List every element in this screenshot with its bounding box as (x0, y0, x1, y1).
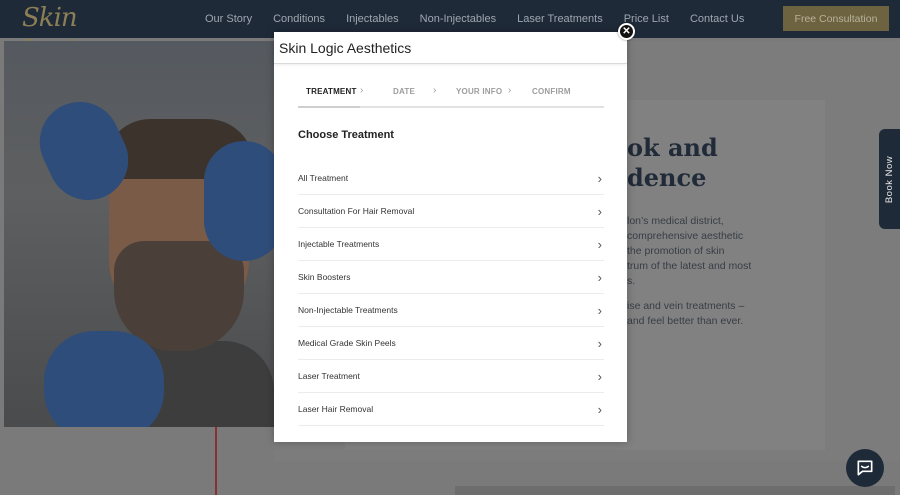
site-logo[interactable]: Skin Logic (22, 2, 112, 65)
free-consultation-button[interactable]: Free Consultation (783, 6, 889, 31)
treatment-injectable[interactable]: Injectable Treatments › (298, 228, 604, 261)
photo-glove (204, 141, 274, 261)
chevron-right-icon: › (597, 335, 602, 351)
footer-band (455, 486, 895, 495)
treatment-laser-hair-removal[interactable]: Laser Hair Removal › (298, 393, 604, 426)
list-item-label: Skin Boosters (298, 272, 351, 282)
hero-paragraph: lon’s medical district, comprehensive ae… (627, 215, 752, 287)
photo-glove (44, 331, 164, 427)
nav-laser-treatments[interactable]: Laser Treatments (517, 13, 603, 25)
modal-title: Skin Logic Aesthetics (279, 39, 412, 56)
step-your-info[interactable]: YOUR INFO (456, 87, 502, 96)
step-date[interactable]: DATE (393, 87, 415, 96)
chevron-right-icon: › (597, 203, 602, 219)
step-treatment[interactable]: TREATMENT (306, 87, 357, 96)
list-item-label: All Treatment (298, 173, 349, 183)
nav-conditions[interactable]: Conditions (273, 13, 325, 25)
list-item-label: Non-Injectable Treatments (298, 305, 398, 315)
decorative-line (215, 427, 217, 495)
hero-photo (4, 41, 274, 427)
list-item-label: Laser Treatment (298, 371, 360, 381)
nav-contact-us[interactable]: Contact Us (690, 13, 744, 25)
nav-non-injectables[interactable]: Non-Injectables (420, 13, 496, 25)
chevron-right-icon: › (597, 401, 602, 417)
step-confirm[interactable]: CONFIRM (532, 87, 571, 96)
booking-steps: TREATMENT › DATE › YOUR INFO › CONFIRM (298, 78, 604, 108)
treatment-non-injectable[interactable]: Non-Injectable Treatments › (298, 294, 604, 327)
chevron-right-icon: › (597, 368, 602, 384)
list-item-label: Consultation For Hair Removal (298, 206, 415, 216)
chevron-right-icon: › (508, 85, 512, 96)
treatment-list: All Treatment › Consultation For Hair Re… (298, 162, 604, 426)
treatment-skin-peels[interactable]: Medical Grade Skin Peels › (298, 327, 604, 360)
chat-icon (857, 460, 873, 476)
active-step-indicator (298, 106, 360, 108)
treatment-skin-boosters[interactable]: Skin Boosters › (298, 261, 604, 294)
chevron-right-icon: › (360, 85, 364, 96)
nav-our-story[interactable]: Our Story (205, 13, 252, 25)
booking-modal: Skin Logic Aesthetics TREATMENT › DATE ›… (274, 32, 627, 442)
treatment-laser[interactable]: Laser Treatment › (298, 360, 604, 393)
choose-treatment-heading: Choose Treatment (298, 129, 394, 141)
chevron-right-icon: › (597, 269, 602, 285)
modal-header: Skin Logic Aesthetics (274, 32, 627, 64)
book-now-tab[interactable]: Book Now (879, 129, 900, 229)
treatment-consultation-hair-removal[interactable]: Consultation For Hair Removal › (298, 195, 604, 228)
list-item-label: Medical Grade Skin Peels (298, 338, 396, 348)
hero-paragraph-secondary: ise and vein treatments – and feel bette… (627, 300, 745, 327)
list-item-label: Injectable Treatments (298, 239, 380, 249)
hero-heading: ok and dence (627, 133, 718, 192)
chevron-right-icon: › (433, 85, 437, 96)
list-item-label: Laser Hair Removal (298, 404, 374, 414)
nav-injectables[interactable]: Injectables (346, 13, 399, 25)
chat-button[interactable] (846, 449, 884, 487)
book-now-label: Book Now (884, 155, 895, 203)
chevron-right-icon: › (597, 236, 602, 252)
chevron-right-icon: › (597, 302, 602, 318)
modal-close-button[interactable]: ✕ (618, 23, 635, 40)
treatment-all[interactable]: All Treatment › (298, 162, 604, 195)
chevron-right-icon: › (597, 170, 602, 186)
